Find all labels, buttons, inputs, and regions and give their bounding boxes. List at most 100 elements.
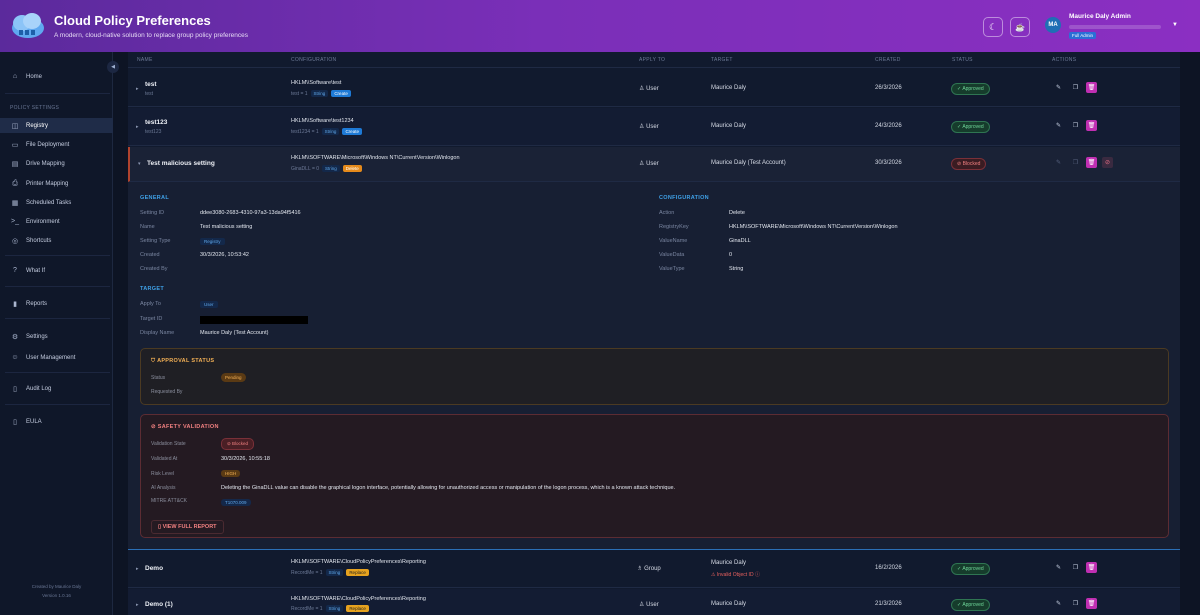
sidebar-item-reports[interactable]: ▮ Reports [0, 296, 113, 311]
apply-to: User [646, 602, 659, 608]
app-subtitle: A modern, cloud-native solution to repla… [54, 32, 249, 39]
setting-id-label: Setting ID [140, 210, 165, 216]
registry-key: HKLM\\Software\test [291, 80, 342, 86]
operation-tag: Delete [342, 165, 362, 172]
registry-key: HKLM\\SOFTWARE\Microsoft\Windows NT\Curr… [291, 155, 460, 161]
display-name-label: Display Name [140, 330, 175, 336]
sidebar-item-shortcuts[interactable]: ◎ Shortcuts [0, 233, 113, 248]
user-menu[interactable]: MA Maurice Daly Admin Full Admin ▼ [1041, 11, 1186, 41]
duplicate-button[interactable]: ❐ [1070, 562, 1081, 573]
setting-type-label: Setting Type [140, 238, 171, 244]
sidebar-collapse-button[interactable]: ◀ [107, 61, 119, 73]
name-value: Test malicious setting [200, 224, 253, 230]
trash-icon: 🗑 [1087, 123, 1096, 129]
delete-button[interactable]: 🗑 [1086, 120, 1097, 131]
sidebar-item-drive-mapping[interactable]: ▤ Drive Mapping [0, 156, 113, 171]
expand-caret-icon[interactable]: ▸ [136, 602, 139, 608]
sidebar-item-scheduled-tasks[interactable]: ▦ Scheduled Tasks [0, 195, 113, 210]
column-header-name: NAME [137, 57, 153, 63]
edit-icon: ✎ [1055, 565, 1062, 571]
registry-value: GinaDLL = 0 [291, 165, 320, 172]
expand-caret-icon[interactable]: ▸ [136, 124, 139, 130]
registry-key: HKLM\\SOFTWARE\CloudPolicyPreferences\Re… [291, 596, 426, 602]
edit-icon: ✎ [1055, 85, 1062, 91]
collapse-caret-icon[interactable]: ▾ [138, 161, 141, 167]
setting-subname: test [145, 91, 154, 97]
registry-value: test = 1 [291, 90, 308, 97]
delete-button[interactable]: 🗑 [1086, 598, 1097, 609]
value-data-label: ValueData [659, 252, 685, 258]
duplicate-button[interactable]: ❐ [1070, 82, 1081, 93]
registry-key-value: HKLM\\SOFTWARE\Microsoft\Windows NT\Curr… [729, 224, 898, 230]
divider [5, 404, 110, 405]
edit-button[interactable]: ✎ [1053, 120, 1064, 131]
sidebar-item-user-management[interactable]: ☺ User Management [0, 350, 113, 365]
theme-toggle-button[interactable]: ☾ [983, 17, 1003, 37]
sidebar-item-environment[interactable]: >_ Environment [0, 214, 113, 229]
validated-at-label: Validated At [151, 456, 178, 462]
created-date: 21/3/2026 [875, 601, 902, 607]
coffee-button[interactable]: ☕ [1010, 17, 1030, 37]
sidebar-item-printer-mapping[interactable]: ⎙ Printer Mapping [0, 176, 113, 191]
column-header-configuration: CONFIGURATION [291, 57, 337, 63]
table-row[interactable]: ▸ test test HKLM\\Software\test test = 1… [128, 69, 1180, 107]
sidebar-item-eula[interactable]: ▯ EULA [0, 414, 113, 429]
created-by-label: Created By [140, 266, 168, 272]
group-icon: ♗ [637, 566, 643, 572]
sidebar-footer-credit: Created by Maurice Daly [31, 584, 82, 589]
edit-button[interactable]: ✎ [1053, 157, 1064, 168]
registry-value: RecordMe = 1 [291, 569, 323, 576]
file-text-icon: ▯ [13, 418, 17, 426]
sidebar-item-home[interactable]: ⌂ Home [0, 69, 113, 84]
sidebar-item-what-if[interactable]: ? What If [0, 263, 113, 278]
target: Maurice Daly [711, 85, 747, 91]
mitre-technique-badge[interactable]: T1070.009 [221, 499, 251, 506]
setting-name: test [145, 81, 157, 88]
sidebar-item-file-deployment[interactable]: ▭ File Deployment [0, 137, 113, 152]
duplicate-button[interactable]: ❐ [1070, 157, 1081, 168]
created-date: 26/3/2026 [875, 85, 902, 91]
duplicate-button[interactable]: ❐ [1070, 120, 1081, 131]
risk-level-label: Risk Level [151, 471, 175, 477]
cloud-logo-icon [6, 8, 48, 44]
edit-button[interactable]: ✎ [1053, 562, 1064, 573]
operation-tag: Replace [346, 605, 369, 612]
safety-panel-title: SAFETY VALIDATION [157, 424, 219, 430]
table-row[interactable]: ▸ Demo (1) HKLM\\SOFTWARE\CloudPolicyPre… [128, 589, 1180, 615]
delete-button[interactable]: 🗑 [1086, 157, 1097, 168]
table-row[interactable]: ▸ test123 test123 HKLM\\Software\test123… [128, 108, 1180, 146]
approval-panel-title: APPROVAL STATUS [157, 358, 215, 364]
expand-caret-icon[interactable]: ▸ [136, 86, 139, 92]
shield-icon: ⛉ [151, 358, 156, 364]
avatar: MA [1045, 17, 1061, 33]
registry-key: HKLM\\Software\test1234 [291, 118, 354, 124]
validation-state-label: Validation State [151, 441, 186, 447]
target: Maurice Daly [711, 123, 747, 129]
sidebar-item-audit-log[interactable]: ▯ Audit Log [0, 381, 113, 396]
sidebar-section-label: POLICY SETTINGS [10, 105, 60, 111]
info-icon: ⓘ [754, 572, 760, 578]
registry-key-label: RegistryKey [659, 224, 689, 230]
expand-caret-icon[interactable]: ▸ [136, 566, 139, 572]
copy-icon: ❐ [1072, 85, 1079, 91]
registry-key: HKLM\\SOFTWARE\CloudPolicyPreferences\Re… [291, 559, 426, 565]
sidebar-item-registry[interactable]: ◫ Registry [0, 118, 113, 133]
setting-name: Demo (1) [145, 601, 173, 608]
edit-button[interactable]: ✎ [1053, 598, 1064, 609]
edit-button[interactable]: ✎ [1053, 82, 1064, 93]
trash-icon: 🗑 [1087, 565, 1096, 571]
sidebar-item-settings[interactable]: ⚙ Settings [0, 329, 113, 344]
target: Maurice Daly (Test Account) [711, 160, 786, 166]
block-button[interactable]: ⊘ [1102, 157, 1113, 168]
table-row[interactable]: ▸ Demo HKLM\\SOFTWARE\CloudPolicyPrefere… [128, 550, 1180, 588]
approval-status-panel: ⛉ APPROVAL STATUS Status Pending Request… [140, 348, 1169, 405]
setting-type-badge: Registry [200, 238, 225, 245]
status-badge: ✓ Approved [951, 599, 990, 611]
view-full-report-button[interactable]: ▯ VIEW FULL REPORT [151, 520, 224, 534]
setting-name: test123 [145, 119, 168, 126]
warning-icon: ⚠ [711, 572, 716, 578]
delete-button[interactable]: 🗑 [1086, 82, 1097, 93]
delete-button[interactable]: 🗑 [1086, 562, 1097, 573]
duplicate-button[interactable]: ❐ [1070, 598, 1081, 609]
table-row-expanded[interactable]: ▾ Test malicious setting HKLM\\SOFTWARE\… [128, 147, 1180, 182]
